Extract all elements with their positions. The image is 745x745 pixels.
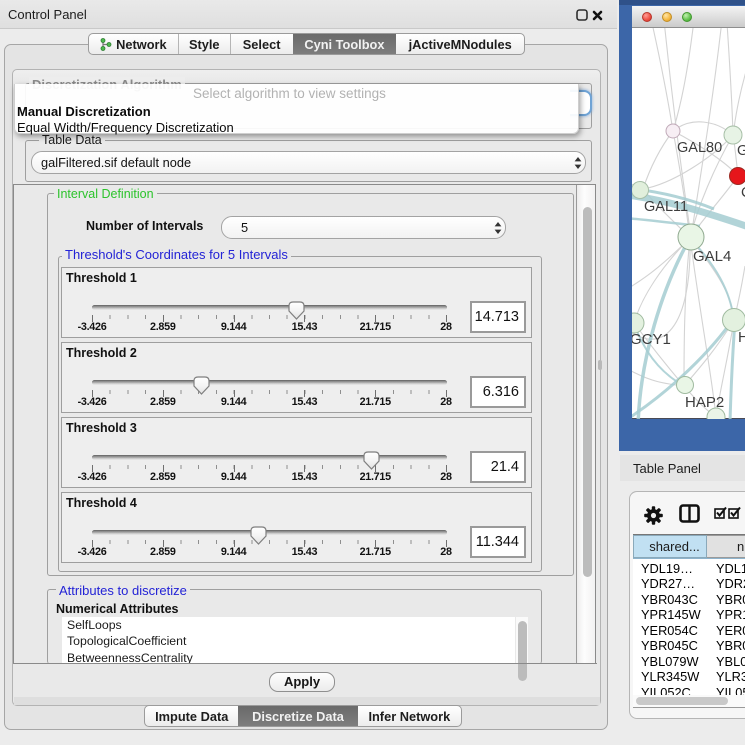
svg-text:GAL11: GAL11 (644, 199, 688, 215)
svg-text:G.: G. (737, 143, 745, 159)
svg-text:GCY1: GCY1 (632, 331, 671, 348)
svg-text:H: H (738, 329, 745, 346)
svg-text:HAP2: HAP2 (685, 394, 724, 411)
svg-text:C: C (741, 185, 745, 201)
svg-text:GAL80: GAL80 (677, 140, 722, 156)
svg-text:GAL4: GAL4 (693, 248, 731, 265)
